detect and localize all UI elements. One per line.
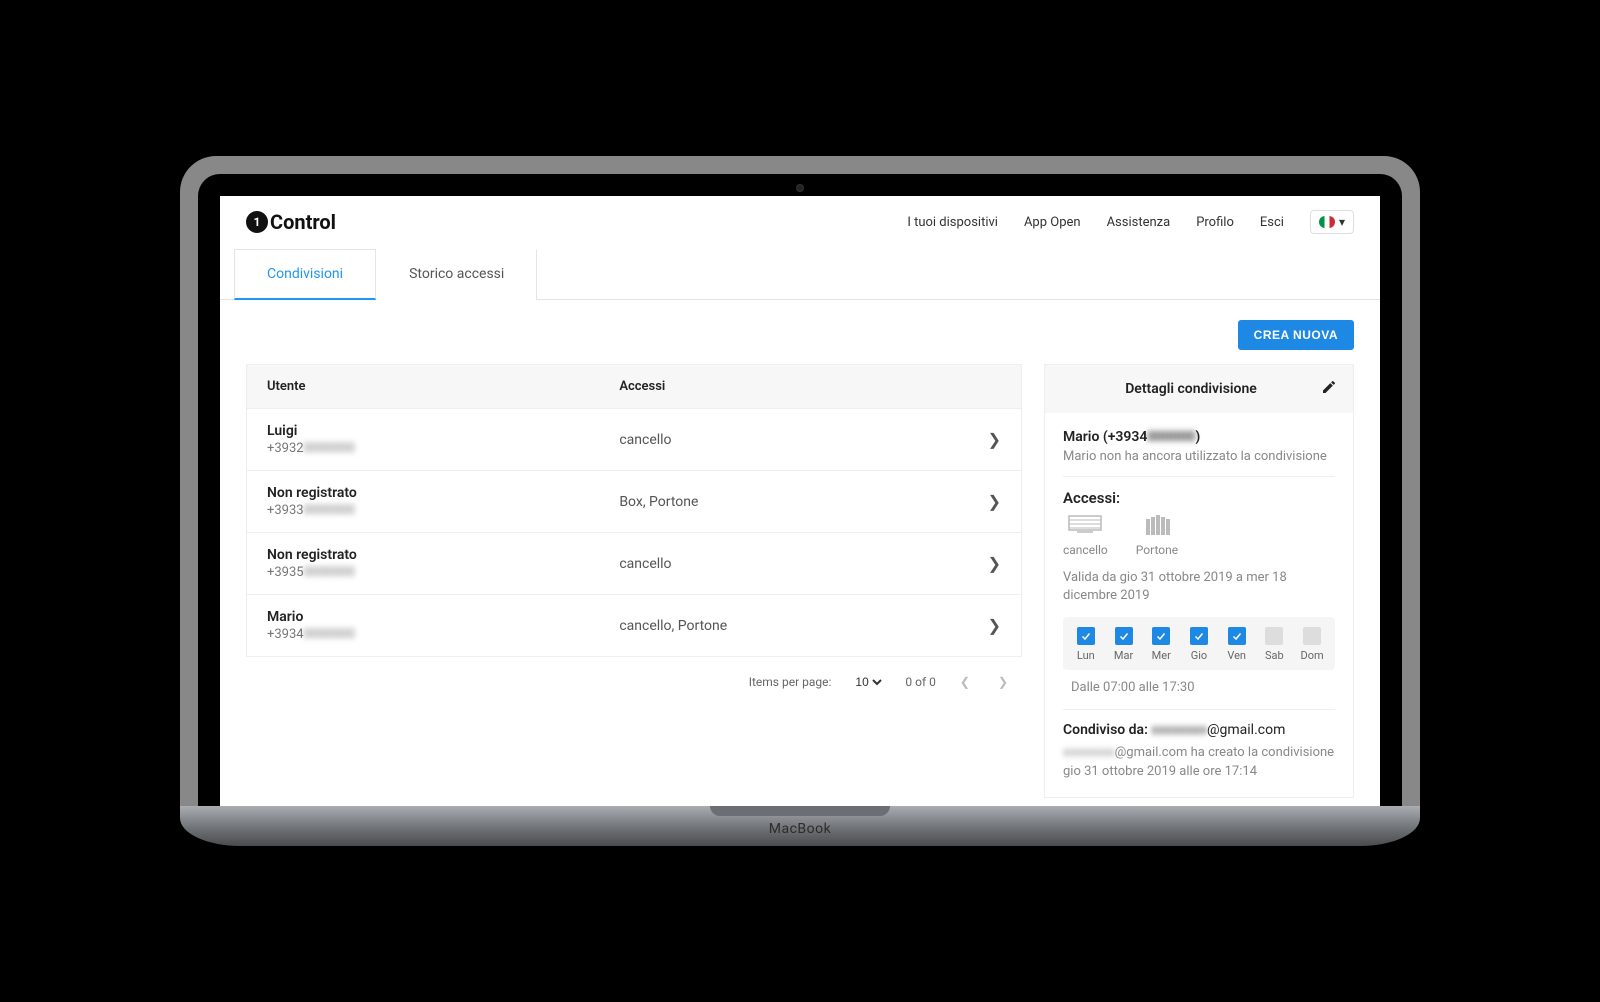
checkbox-checked-icon — [1077, 627, 1095, 645]
details-access-label: Accessi: — [1063, 489, 1335, 507]
day-label: Lun — [1070, 649, 1102, 662]
logo-badge: 1 — [246, 211, 268, 233]
day-label: Mer — [1145, 649, 1177, 662]
day-label: Mar — [1108, 649, 1140, 662]
row-user-name: Mario — [267, 609, 619, 625]
day-cell: Dom — [1296, 627, 1328, 662]
nav-devices[interactable]: I tuoi dispositivi — [907, 215, 998, 230]
laptop-brand: MacBook — [769, 821, 831, 837]
paginator: Items per page: 10 0 of 0 ❮ ❯ — [246, 657, 1022, 707]
edit-icon[interactable] — [1321, 379, 1337, 399]
tab-history[interactable]: Storico accessi — [376, 249, 537, 300]
chevron-down-icon: ▾ — [1339, 215, 1345, 229]
access-icons: cancello Portone — [1063, 515, 1335, 557]
nav-logout[interactable]: Esci — [1260, 215, 1284, 230]
shared-note: xxxxxxxx@gmail.com ha creato la condivis… — [1063, 744, 1335, 780]
shares-table: Utente Accessi Luigi +39320000000 cancel… — [246, 364, 1022, 798]
row-access: cancello, Portone — [619, 618, 987, 634]
paginator-next-icon[interactable]: ❯ — [994, 671, 1012, 693]
camera-dot — [796, 184, 804, 192]
nav-appopen[interactable]: App Open — [1024, 215, 1081, 230]
checkbox-checked-icon — [1115, 627, 1133, 645]
days-strip: Lun Mar Mer Gio Ven Sab Dom — [1063, 617, 1335, 670]
access-item: Portone — [1136, 515, 1178, 557]
row-access: cancello — [619, 432, 987, 448]
checkbox-checked-icon — [1190, 627, 1208, 645]
row-user-phone: +39350000000 — [267, 565, 619, 580]
tabs: Condivisioni Storico accessi — [220, 249, 1380, 300]
day-label: Ven — [1221, 649, 1253, 662]
row-user-phone: +39330000000 — [267, 503, 619, 518]
paginator-range: 0 of 0 — [905, 675, 935, 689]
checkbox-checked-icon — [1152, 627, 1170, 645]
top-nav: I tuoi dispositivi App Open Assistenza P… — [907, 210, 1354, 234]
day-cell: Lun — [1070, 627, 1102, 662]
checkbox-unchecked-icon — [1303, 627, 1321, 645]
row-user-phone: +39340000000 — [267, 627, 619, 642]
brand-logo[interactable]: 1 Control — [246, 210, 336, 234]
paginator-prev-icon[interactable]: ❮ — [956, 671, 974, 693]
paginator-label: Items per page: — [749, 675, 832, 689]
details-user-name: Mario (+3934000000) — [1063, 429, 1335, 445]
row-user-name: Non registrato — [267, 485, 619, 501]
details-hours: Dalle 07:00 alle 17:30 — [1071, 680, 1335, 695]
brand-text: Control — [270, 210, 336, 234]
app-header: 1 Control I tuoi dispositivi App Open As… — [220, 196, 1380, 249]
laptop-base: MacBook — [180, 806, 1420, 846]
content: CREA NUOVA Utente Accessi Luigi +3932000… — [220, 300, 1380, 806]
nav-profile[interactable]: Profilo — [1196, 215, 1234, 230]
access-label: Portone — [1136, 543, 1178, 557]
flag-it-icon — [1319, 216, 1335, 228]
day-cell: Ven — [1221, 627, 1253, 662]
create-button[interactable]: CREA NUOVA — [1238, 320, 1354, 350]
day-label: Gio — [1183, 649, 1215, 662]
checkbox-checked-icon — [1228, 627, 1246, 645]
nav-assist[interactable]: Assistenza — [1107, 215, 1171, 230]
chevron-right-icon: ❯ — [988, 554, 1001, 573]
day-label: Sab — [1258, 649, 1290, 662]
row-access: cancello — [619, 556, 987, 572]
table-row[interactable]: Non registrato +39350000000 cancello ❯ — [246, 533, 1022, 595]
details-header: Dettagli condivisione — [1045, 365, 1353, 413]
chevron-right-icon: ❯ — [988, 616, 1001, 635]
details-title: Dettagli condivisione — [1061, 381, 1321, 397]
table-header: Utente Accessi — [246, 364, 1022, 409]
details-panel: Dettagli condivisione Mario (+3934000000… — [1044, 364, 1354, 798]
access-icon — [1068, 515, 1102, 537]
day-cell: Sab — [1258, 627, 1290, 662]
row-user-name: Luigi — [267, 423, 619, 439]
access-label: cancello — [1063, 543, 1108, 557]
row-user-name: Non registrato — [267, 547, 619, 563]
table-row[interactable]: Non registrato +39330000000 Box, Portone… — [246, 471, 1022, 533]
row-access: Box, Portone — [619, 494, 987, 510]
chevron-right-icon: ❯ — [988, 430, 1001, 449]
chevron-right-icon: ❯ — [988, 492, 1001, 511]
laptop-frame: 1 Control I tuoi dispositivi App Open As… — [180, 156, 1420, 846]
language-selector[interactable]: ▾ — [1310, 210, 1354, 234]
day-cell: Gio — [1183, 627, 1215, 662]
toolbar: CREA NUOVA — [246, 320, 1354, 350]
day-cell: Mer — [1145, 627, 1177, 662]
day-cell: Mar — [1108, 627, 1140, 662]
table-row[interactable]: Mario +39340000000 cancello, Portone ❯ — [246, 595, 1022, 657]
checkbox-unchecked-icon — [1265, 627, 1283, 645]
access-icon — [1140, 515, 1174, 537]
details-validity: Valida da gio 31 ottobre 2019 a mer 18 d… — [1063, 569, 1335, 605]
access-item: cancello — [1063, 515, 1108, 557]
day-label: Dom — [1296, 649, 1328, 662]
table-row[interactable]: Luigi +39320000000 cancello ❯ — [246, 409, 1022, 471]
shared-by: Condiviso da: xxxxxxxx@gmail.com — [1063, 722, 1335, 738]
details-user-note: Mario non ha ancora utilizzato la condiv… — [1063, 449, 1335, 464]
th-user: Utente — [267, 379, 619, 394]
paginator-size[interactable]: 10 — [851, 674, 885, 690]
row-user-phone: +39320000000 — [267, 441, 619, 456]
app-viewport: 1 Control I tuoi dispositivi App Open As… — [220, 196, 1380, 806]
th-access: Accessi — [619, 379, 1001, 394]
tab-shares[interactable]: Condivisioni — [234, 249, 376, 300]
